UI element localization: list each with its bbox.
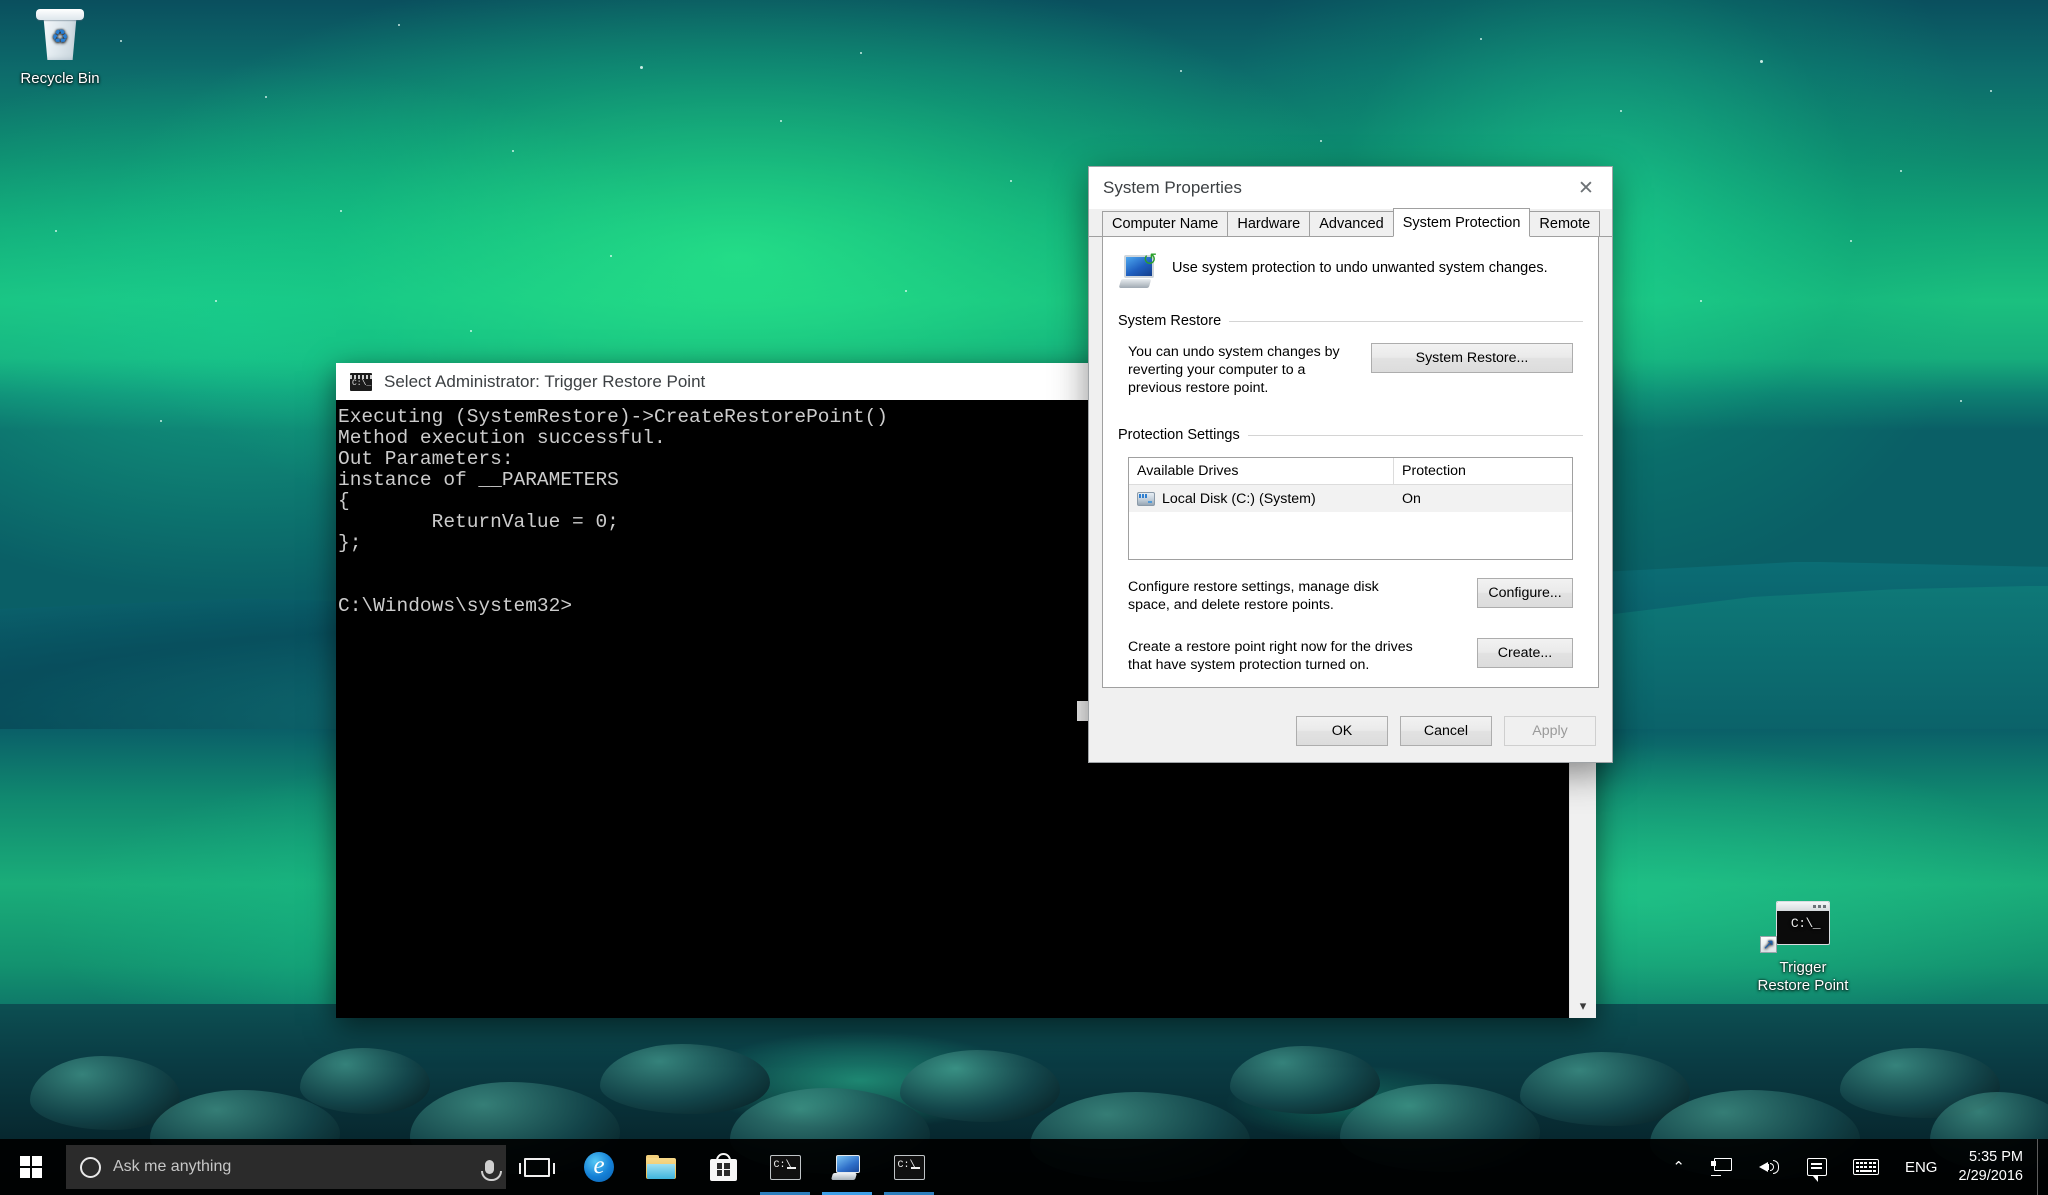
microphone-icon[interactable] (481, 1160, 502, 1181)
desktop-icon-trigger-restore-point[interactable]: C:\_ ↗ Trigger Restore Point (1749, 897, 1857, 995)
hard-disk-icon (1137, 491, 1155, 506)
search-placeholder: Ask me anything (113, 1158, 232, 1175)
desktop-icon-recycle-bin[interactable]: ♻ Recycle Bin (6, 8, 114, 88)
volume-button[interactable] (1746, 1139, 1794, 1195)
desktop-icon-label-line1: Trigger (1779, 959, 1827, 976)
configure-button[interactable]: Configure... (1477, 578, 1573, 608)
table-row[interactable]: Local Disk (C:) (System) On (1129, 485, 1572, 512)
close-icon[interactable]: ✕ (1560, 167, 1612, 209)
command-prompt-shortcut-icon: C:\_ ↗ (1749, 897, 1857, 953)
recycle-bin-icon: ♻ (6, 8, 114, 64)
clock[interactable]: 5:35 PM 2/29/2016 (1950, 1148, 2037, 1186)
dialog-tabs[interactable]: Computer Name Hardware Advanced System P… (1089, 208, 1612, 237)
cell-protection: On (1402, 490, 1421, 507)
desktop-icon-label-line2: Restore Point (1757, 977, 1849, 994)
tab-system-protection[interactable]: System Protection (1392, 208, 1531, 237)
create-description: Create a restore point right now for the… (1128, 639, 1413, 673)
windows-logo-icon (20, 1156, 42, 1178)
task-view-button[interactable] (506, 1139, 568, 1195)
touch-keyboard-icon (1852, 1159, 1879, 1175)
scroll-down-arrow-icon[interactable]: ▾ (1570, 994, 1596, 1018)
command-prompt-icon (769, 1154, 801, 1180)
taskbar-system-properties[interactable] (816, 1139, 878, 1195)
language-label: ENG (1904, 1158, 1938, 1176)
network-button[interactable] (1698, 1139, 1746, 1195)
volume-icon (1758, 1158, 1781, 1176)
action-center-icon (1806, 1158, 1827, 1182)
system-restore-button[interactable]: System Restore... (1371, 343, 1573, 373)
task-view-icon (519, 1157, 555, 1177)
shortcut-arrow-icon: ↗ (1760, 936, 1777, 953)
protection-settings-group-title: Protection Settings (1118, 427, 1583, 443)
create-button[interactable]: Create... (1477, 638, 1573, 668)
cancel-button[interactable]: Cancel (1400, 716, 1492, 746)
taskbar-edge[interactable] (568, 1139, 630, 1195)
action-center-button[interactable] (1794, 1139, 1840, 1195)
apply-button: Apply (1504, 716, 1596, 746)
console-cursor (1077, 701, 1088, 721)
touch-keyboard-button[interactable] (1840, 1139, 1892, 1195)
column-header-available-drives: Available Drives (1129, 458, 1394, 484)
network-icon (1710, 1158, 1733, 1176)
tab-computer-name[interactable]: Computer Name (1102, 211, 1229, 236)
taskbar-command-prompt-2[interactable] (878, 1139, 940, 1195)
search-input[interactable]: Ask me anything (66, 1145, 506, 1189)
dialog-titlebar[interactable]: System Properties ✕ (1089, 167, 1612, 209)
cell-drive: Local Disk (C:) (System) (1129, 491, 1394, 507)
protection-settings-group-label: Protection Settings (1118, 427, 1240, 443)
edge-icon (584, 1152, 614, 1182)
clock-time: 5:35 PM (1969, 1149, 2023, 1165)
cell-drive-label: Local Disk (C:) (System) (1162, 490, 1316, 507)
taskbar-file-explorer[interactable] (630, 1139, 692, 1195)
command-prompt-title: Select Administrator: Trigger Restore Po… (384, 371, 706, 391)
language-button[interactable]: ENG (1892, 1139, 1951, 1195)
system-properties-dialog[interactable]: System Properties ✕ Computer Name Hardwa… (1088, 166, 1613, 763)
system-protection-icon: ↺ (1118, 250, 1158, 289)
tab-remote[interactable]: Remote (1529, 211, 1601, 236)
dialog-title: System Properties (1103, 178, 1242, 197)
recycle-symbol-icon: ♻ (51, 27, 69, 48)
system-protection-panel: ↺ Use system protection to undo unwanted… (1102, 237, 1599, 688)
show-desktop-button[interactable] (2037, 1139, 2046, 1195)
system-tray[interactable]: ⌃ ENG 5:35 PM 2/29/2016 (1659, 1139, 2048, 1195)
clock-date: 2/29/2016 (1958, 1168, 2023, 1184)
refresh-arrow-icon: ↺ (1142, 250, 1158, 269)
command-prompt-icon (350, 372, 372, 391)
start-button[interactable] (0, 1139, 62, 1195)
store-icon (709, 1153, 737, 1181)
panel-header: ↺ Use system protection to undo unwanted… (1118, 250, 1583, 289)
desktop-icon-label: Recycle Bin (20, 70, 100, 87)
taskbar-command-prompt-1[interactable] (754, 1139, 816, 1195)
dialog-footer: OK Cancel Apply (1089, 700, 1612, 762)
system-restore-group-title: System Restore (1118, 313, 1583, 329)
show-hidden-icons-button[interactable]: ⌃ (1659, 1139, 1698, 1195)
cortana-circle-icon (80, 1156, 101, 1178)
panel-header-text: Use system protection to undo unwanted s… (1172, 260, 1548, 276)
group-divider (1229, 320, 1583, 322)
group-divider (1247, 434, 1583, 436)
tab-advanced[interactable]: Advanced (1309, 211, 1394, 236)
folder-icon (646, 1155, 676, 1179)
table-header-row: Available Drives Protection (1129, 458, 1572, 485)
column-header-protection: Protection (1402, 463, 1466, 479)
protection-settings-group: Protection Settings Available Drives Pro… (1118, 427, 1583, 674)
configure-description: Configure restore settings, manage disk … (1128, 579, 1379, 613)
system-properties-icon (830, 1154, 862, 1180)
system-restore-group-label: System Restore (1118, 313, 1222, 329)
ok-button[interactable]: OK (1296, 716, 1388, 746)
taskbar[interactable]: Ask me anything e C:\ C:\ ⌃ ENG 5:35 PM … (0, 1139, 2048, 1195)
system-restore-description: You can undo system changes by reverting… (1128, 344, 1340, 396)
command-prompt-icon (893, 1154, 925, 1180)
system-restore-group: System Restore You can undo system chang… (1118, 313, 1583, 397)
taskbar-microsoft-store[interactable] (692, 1139, 754, 1195)
available-drives-table[interactable]: Available Drives Protection Local Disk (… (1128, 457, 1573, 560)
desktop[interactable]: ♻ Recycle Bin C:\_ ↗ Trigger Restore Poi… (0, 0, 2048, 1195)
chevron-up-icon: ⌃ (1672, 1159, 1685, 1176)
tab-hardware[interactable]: Hardware (1227, 211, 1311, 236)
